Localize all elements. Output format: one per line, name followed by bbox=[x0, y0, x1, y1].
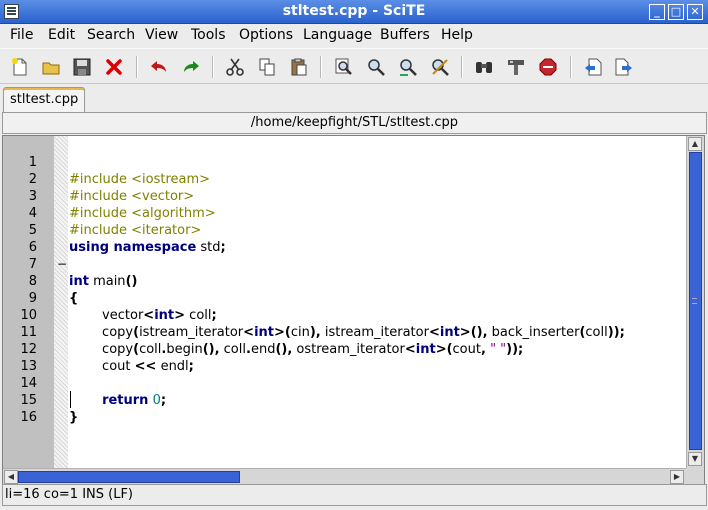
code-line: 8 { bbox=[3, 256, 79, 306]
binoculars-icon[interactable] bbox=[472, 55, 496, 79]
code-line: 4 #include <iterator> bbox=[3, 188, 202, 238]
menu-help[interactable]: Help bbox=[441, 27, 473, 43]
scroll-right-arrow-icon[interactable]: ▶ bbox=[670, 470, 684, 484]
line-number: 16 bbox=[20, 410, 37, 425]
replace-icon[interactable] bbox=[428, 55, 452, 79]
code-line: 3 #include <algorithm> bbox=[3, 171, 216, 221]
toolbar bbox=[0, 48, 708, 84]
code-line: 9 vector<int> coll; bbox=[3, 273, 217, 323]
menu-options[interactable]: Options bbox=[239, 27, 293, 43]
find-next-icon[interactable] bbox=[364, 55, 388, 79]
vertical-scrollbar[interactable]: ▲ ▼ bbox=[686, 136, 704, 468]
close-icon[interactable] bbox=[102, 55, 126, 79]
code-line: 5 using namespace std; bbox=[3, 205, 226, 255]
text-caret bbox=[70, 391, 71, 408]
next-buffer-icon[interactable] bbox=[612, 55, 636, 79]
scroll-down-arrow-icon[interactable]: ▼ bbox=[688, 452, 702, 466]
code-line: 15 } bbox=[3, 375, 78, 425]
code-line: 6 bbox=[3, 222, 37, 255]
title-bar: stltest.cpp - SciTE _ □ ✕ bbox=[0, 0, 708, 24]
toolbar-separator bbox=[212, 56, 213, 78]
menu-language[interactable]: Language bbox=[303, 27, 372, 43]
stop-icon[interactable] bbox=[536, 55, 560, 79]
fold-margin[interactable] bbox=[54, 136, 68, 468]
menu-edit[interactable]: Edit bbox=[48, 27, 75, 43]
code-line: 7 int main() bbox=[3, 239, 138, 289]
menu-search[interactable]: Search bbox=[87, 27, 135, 43]
prev-buffer-icon[interactable] bbox=[581, 55, 605, 79]
code-line: 14 return 0; bbox=[3, 358, 166, 408]
new-file-icon[interactable] bbox=[8, 55, 32, 79]
toolbar-separator bbox=[320, 56, 321, 78]
minimize-button[interactable]: _ bbox=[649, 4, 665, 20]
copy-icon[interactable] bbox=[255, 55, 279, 79]
code-line: 1 #include <iostream> bbox=[3, 137, 210, 187]
menu-tools[interactable]: Tools bbox=[191, 27, 226, 43]
maximize-button[interactable]: □ bbox=[668, 4, 684, 20]
menu-view[interactable]: View bbox=[145, 27, 178, 43]
code-line: 16 bbox=[3, 392, 37, 425]
status-bar: li=16 co=1 INS (LF) bbox=[2, 484, 707, 506]
undo-icon[interactable] bbox=[147, 55, 171, 79]
code-line: 13 bbox=[3, 341, 37, 374]
cut-icon[interactable] bbox=[223, 55, 247, 79]
save-icon[interactable] bbox=[70, 55, 94, 79]
horizontal-scrollbar[interactable]: ◀ ▶ bbox=[3, 468, 686, 484]
menu-buffers[interactable]: Buffers bbox=[380, 27, 430, 43]
open-folder-icon[interactable] bbox=[39, 55, 63, 79]
paste-icon[interactable] bbox=[287, 55, 311, 79]
code-line: 2 #include <vector> bbox=[3, 154, 194, 204]
toolbar-separator bbox=[570, 56, 571, 78]
code-line: 10 copy(istream_iterator<int>(cin), istr… bbox=[3, 290, 624, 340]
toolbar-separator bbox=[461, 56, 462, 78]
tab-stltest[interactable]: stltest.cpp bbox=[3, 87, 85, 113]
fold-toggle-icon[interactable]: − bbox=[57, 256, 67, 273]
scroll-grip-icon bbox=[692, 298, 697, 304]
file-path-bar: /home/keepfight/STL/stltest.cpp bbox=[2, 112, 707, 134]
code-line: 11 copy(coll.begin(), coll.end(), ostrea… bbox=[3, 307, 523, 357]
horizontal-scroll-thumb[interactable] bbox=[18, 471, 240, 483]
scroll-left-arrow-icon[interactable]: ◀ bbox=[4, 470, 18, 484]
window-title: stltest.cpp - SciTE bbox=[282, 3, 426, 19]
menu-bar: File Edit Search View Tools Options Lang… bbox=[0, 24, 708, 46]
build-icon[interactable] bbox=[504, 55, 528, 79]
find-previous-icon[interactable] bbox=[396, 55, 420, 79]
scrollbar-corner bbox=[686, 468, 704, 484]
code-editor[interactable]: 1 #include <iostream> 2 #include <vector… bbox=[2, 135, 705, 484]
find-icon[interactable] bbox=[332, 55, 356, 79]
menu-file[interactable]: File bbox=[10, 27, 33, 43]
tab-bar: stltest.cpp bbox=[0, 86, 708, 113]
toolbar-separator bbox=[136, 56, 137, 78]
scroll-up-arrow-icon[interactable]: ▲ bbox=[688, 137, 702, 151]
redo-icon[interactable] bbox=[179, 55, 203, 79]
close-window-button[interactable]: ✕ bbox=[687, 4, 703, 20]
code-line: 12 cout << endl; bbox=[3, 324, 193, 374]
